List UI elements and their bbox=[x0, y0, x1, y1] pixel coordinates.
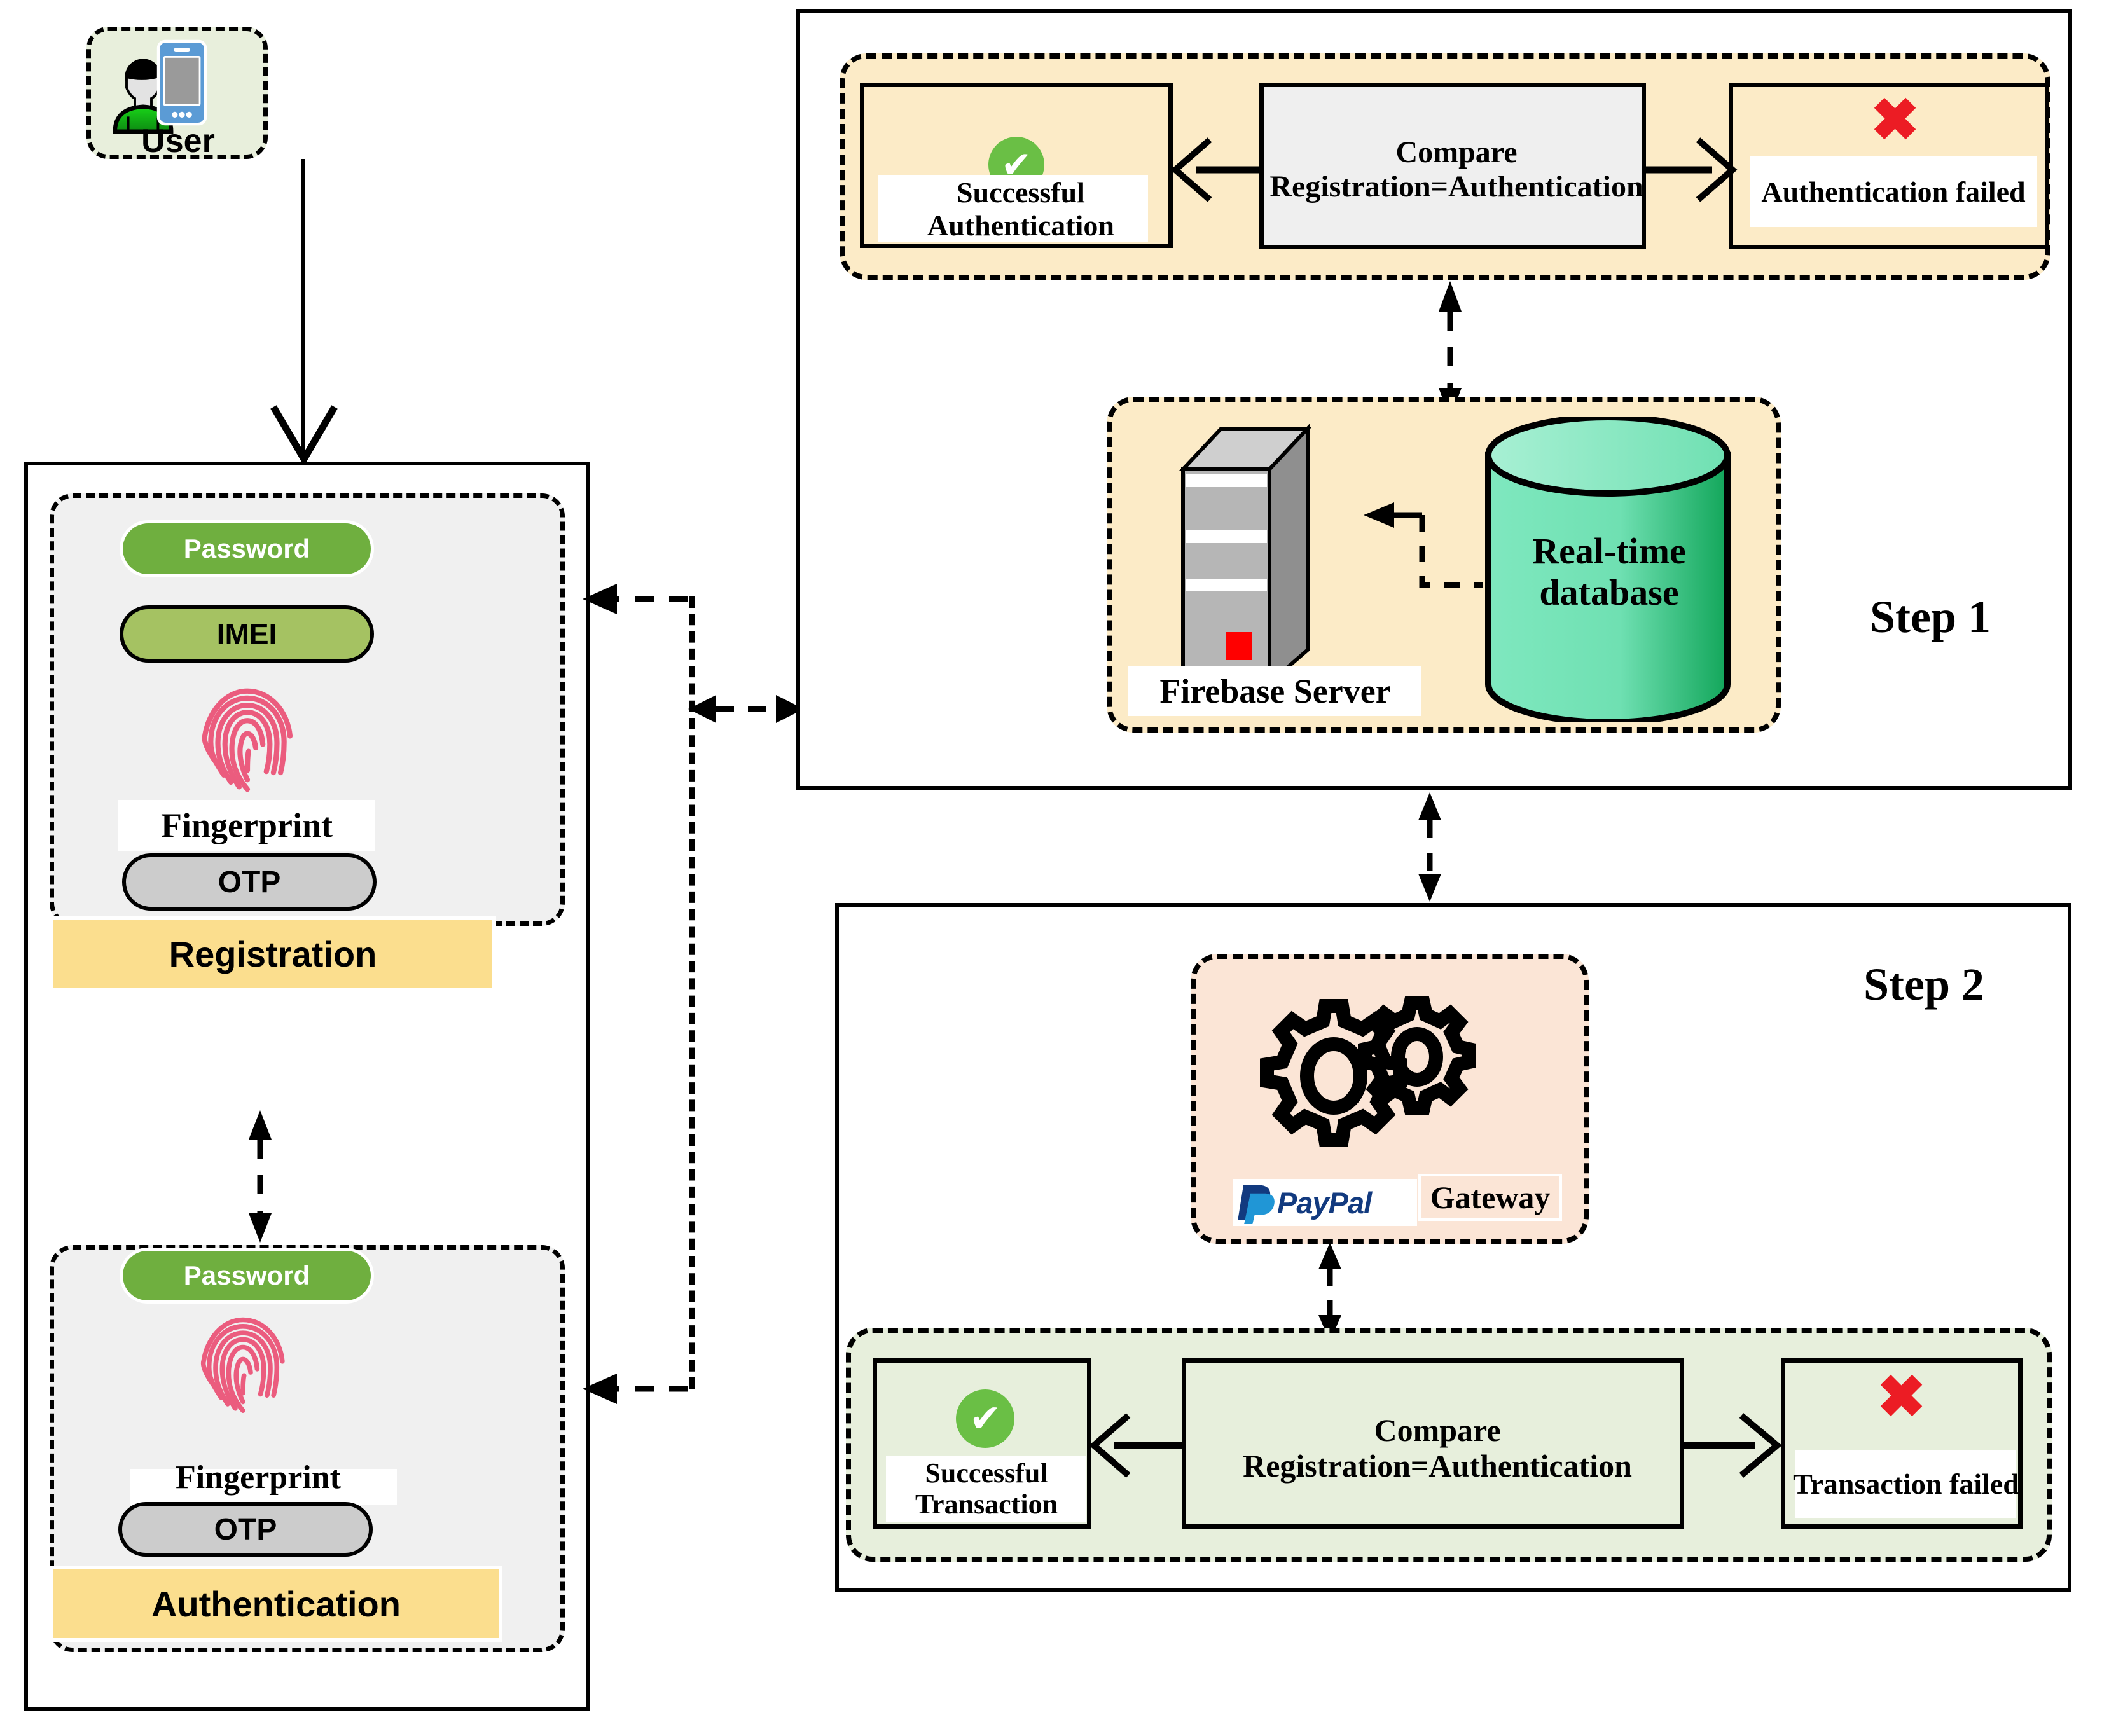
authentication-footer-band: Authentication bbox=[50, 1566, 502, 1642]
registration-otp-pill[interactable]: OTP bbox=[122, 853, 377, 911]
gateway-label: Gateway bbox=[1430, 1180, 1551, 1215]
authentication-to-step-connector-arrow bbox=[583, 1374, 688, 1404]
gears-icon bbox=[1260, 996, 1476, 1147]
registration-footer-label: Registration bbox=[169, 933, 377, 974]
user-to-panel-arrowhead-icon bbox=[270, 405, 338, 463]
step2-failure-box: ✖ Transaction failed bbox=[1781, 1358, 2023, 1529]
red-x-icon: ✖ bbox=[1877, 1365, 1926, 1429]
authentication-password-label: Password bbox=[183, 1260, 310, 1290]
step1-success-label: Successful Authentication bbox=[927, 176, 1114, 242]
step1-compare-label: Compare Registration=Authentication bbox=[1269, 135, 1643, 203]
step2-success-box: ✔ Successful Transaction bbox=[873, 1358, 1091, 1529]
firebase-server-label: Firebase Server bbox=[1159, 672, 1391, 710]
smartphone-icon bbox=[156, 39, 207, 126]
step1-compare-to-failure-arrow bbox=[1645, 137, 1738, 202]
diagram-canvas: User Password IMEI Fingerprint OTP Regis… bbox=[0, 0, 2116, 1736]
step2-compare-to-success-arrow bbox=[1089, 1413, 1183, 1478]
panel-to-step1-double-arrow bbox=[688, 695, 804, 723]
authentication-fingerprint-label: Fingerprint bbox=[176, 1459, 341, 1496]
step1-compare-to-success-arrow bbox=[1170, 137, 1263, 202]
fingerprint-icon bbox=[200, 1317, 285, 1414]
registration-imei-label: IMEI bbox=[216, 617, 277, 651]
user-label: User bbox=[141, 123, 215, 160]
step2-failure-label: Transaction failed bbox=[1793, 1468, 2019, 1501]
step2-label: Step 2 bbox=[1864, 958, 1985, 1010]
authentication-password-pill[interactable]: Password bbox=[120, 1248, 374, 1304]
paypal-logo-block: PayPal bbox=[1233, 1179, 1417, 1226]
paypal-icon bbox=[1238, 1185, 1275, 1224]
authentication-otp-pill[interactable]: OTP bbox=[118, 1502, 373, 1557]
step2-success-label: Successful Transaction bbox=[915, 1457, 1058, 1520]
step1-failure-label: Authentication failed bbox=[1761, 176, 2026, 209]
registration-otp-label: OTP bbox=[218, 865, 281, 899]
registration-authentication-double-arrow bbox=[249, 1110, 272, 1243]
registration-fingerprint-label: Fingerprint bbox=[161, 806, 333, 844]
green-check-icon: ✔ bbox=[956, 1389, 1014, 1448]
step1-success-box: ✔ Successful Authentication bbox=[860, 83, 1173, 248]
step1-failure-box: ✖ Authentication failed bbox=[1729, 83, 2049, 249]
step1-compare-box: Compare Registration=Authentication bbox=[1259, 83, 1646, 249]
step2-compare-to-failure-arrow bbox=[1684, 1413, 1782, 1478]
step1-label: Step 1 bbox=[1870, 591, 1991, 642]
authentication-footer-label: Authentication bbox=[151, 1583, 401, 1624]
fingerprint-icon bbox=[202, 688, 293, 792]
authentication-otp-label: OTP bbox=[214, 1512, 277, 1547]
registration-imei-pill[interactable]: IMEI bbox=[120, 605, 374, 663]
step2-compare-label: Compare Registration=Authentication bbox=[1243, 1412, 1632, 1484]
registration-to-step-connector-arrow bbox=[583, 584, 688, 614]
red-x-icon: ✖ bbox=[1871, 88, 1920, 153]
server-tower-icon bbox=[1179, 424, 1312, 696]
registration-password-pill[interactable]: Password bbox=[120, 520, 374, 577]
registration-password-label: Password bbox=[183, 534, 310, 563]
registration-footer-band: Registration bbox=[50, 916, 496, 992]
step2-compare-box: Compare Registration=Authentication bbox=[1182, 1358, 1684, 1529]
step1-to-step2-double-arrow bbox=[1418, 792, 1441, 902]
realtime-database-label: Real-time database bbox=[1532, 530, 1686, 613]
paypal-wordmark: PayPal bbox=[1277, 1185, 1372, 1220]
